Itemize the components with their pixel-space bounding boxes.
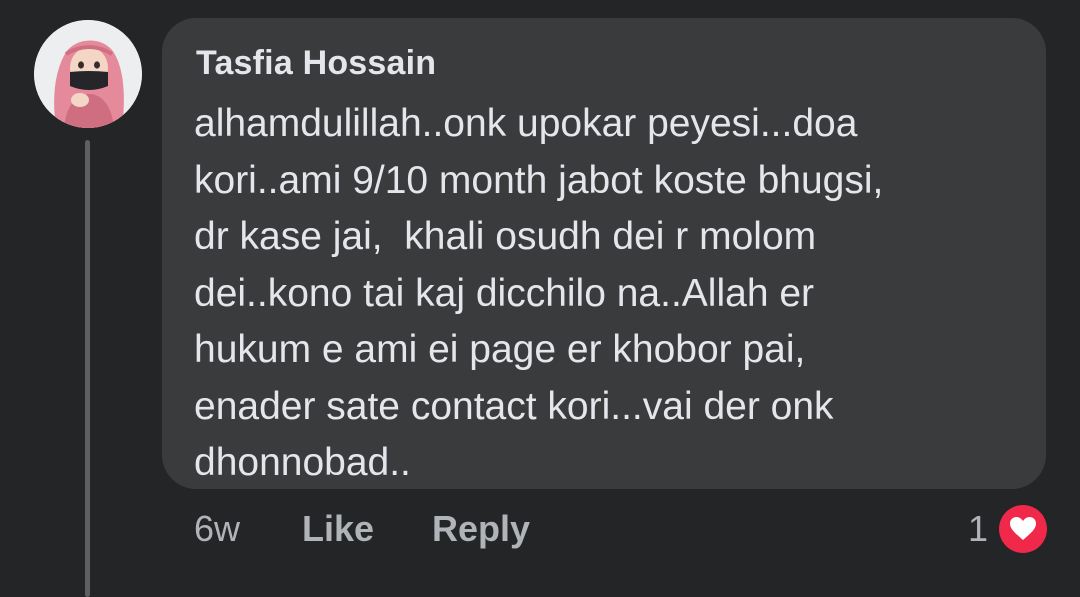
- heart-icon: [1010, 517, 1036, 540]
- comment-text-line: enader sate contact kori...vai der onk: [194, 384, 834, 428]
- comment-text-line: kori..ami 9/10 month jabot koste bhugsi,: [194, 158, 884, 202]
- comment-author[interactable]: Tasfia Hossain: [196, 44, 436, 83]
- avatar[interactable]: [34, 20, 142, 128]
- heart-love-icon[interactable]: [999, 505, 1047, 553]
- comment-text-line: alhamdulillah..onk upokar peyesi...doa: [194, 102, 858, 145]
- comment-bubble[interactable]: Tasfia Hossain alhamdulillah..onk upokar…: [162, 18, 1046, 489]
- comment-text-line: dhonnobad..: [194, 441, 411, 484]
- avatar-illustration: [34, 20, 142, 128]
- comment-text-line: hukum e ami ei page er khobor pai,: [194, 328, 806, 371]
- reaction-count[interactable]: 1: [968, 508, 988, 550]
- comment-text: alhamdulillah..onk upokar peyesi...doa k…: [194, 96, 1024, 492]
- comment-timestamp[interactable]: 6w: [194, 508, 240, 550]
- like-button[interactable]: Like: [302, 508, 374, 550]
- comment-text-line: dr kase jai, khali osudh dei r molom: [194, 215, 817, 258]
- reply-button[interactable]: Reply: [432, 508, 530, 550]
- comment-text-line: dei..kono tai kaj dicchilo na..Allah er: [194, 271, 815, 315]
- comment-thread: Tasfia Hossain alhamdulillah..onk upokar…: [0, 0, 1080, 597]
- thread-connector-line: [85, 140, 90, 597]
